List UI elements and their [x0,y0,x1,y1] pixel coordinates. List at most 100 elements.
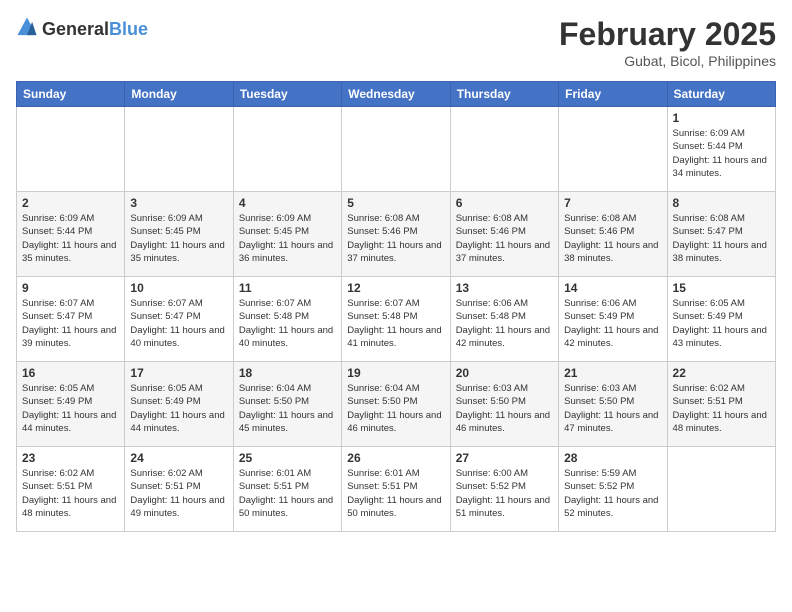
month-title: February 2025 [559,16,776,53]
day-number: 20 [456,366,553,380]
calendar-week-row: 16Sunrise: 6:05 AM Sunset: 5:49 PM Dayli… [17,362,776,447]
calendar-table: SundayMondayTuesdayWednesdayThursdayFrid… [16,81,776,532]
day-number: 3 [130,196,227,210]
calendar-cell: 3 Sunrise: 6:09 AM Sunset: 5:45 PM Daylig… [125,192,233,277]
day-number: 19 [347,366,444,380]
weekday-header: Wednesday [342,82,450,107]
day-number: 22 [673,366,770,380]
calendar-cell: 21 Sunrise: 6:03 AM Sunset: 5:50 PM Dayli… [559,362,667,447]
calendar-week-row: 23 Sunrise: 6:02 AM Sunset: 5:51 PM Dayli… [17,447,776,532]
location: Gubat, Bicol, Philippines [559,53,776,69]
day-number: 9 [22,281,119,295]
day-number: 25 [239,451,336,465]
calendar-cell: 7 Sunrise: 6:08 AM Sunset: 5:46 PM Daylig… [559,192,667,277]
calendar-cell [125,107,233,192]
day-number: 16 [22,366,119,380]
weekday-header: Thursday [450,82,558,107]
day-number: 2 [22,196,119,210]
calendar-cell: 24Sunrise: 6:02 AM Sunset: 5:51 PM Dayli… [125,447,233,532]
day-info: Sunrise: 6:03 AM Sunset: 5:50 PM Dayligh… [564,382,661,435]
day-info: Sunrise: 6:09 AM Sunset: 5:44 PM Dayligh… [673,127,770,180]
logo-text: GeneralBlue [42,19,148,40]
day-number: 18 [239,366,336,380]
calendar-cell: 1 Sunrise: 6:09 AM Sunset: 5:44 PM Daylig… [667,107,775,192]
day-number: 28 [564,451,661,465]
logo-icon [16,16,38,43]
day-info: Sunrise: 6:03 AM Sunset: 5:50 PM Dayligh… [456,382,553,435]
day-info: Sunrise: 6:00 AM Sunset: 5:52 PM Dayligh… [456,467,553,520]
weekday-header: Saturday [667,82,775,107]
calendar-cell: 11 Sunrise: 6:07 AM Sunset: 5:48 PM Dayli… [233,277,341,362]
logo: GeneralBlue [16,16,148,43]
day-number: 15 [673,281,770,295]
calendar-week-row: 9 Sunrise: 6:07 AM Sunset: 5:47 PM Daylig… [17,277,776,362]
day-number: 6 [456,196,553,210]
calendar-header-row: SundayMondayTuesdayWednesdayThursdayFrid… [17,82,776,107]
calendar-cell: 18 Sunrise: 6:04 AM Sunset: 5:50 PM Dayli… [233,362,341,447]
day-info: Sunrise: 6:01 AM Sunset: 5:51 PM Dayligh… [239,467,336,520]
day-number: 23 [22,451,119,465]
calendar-cell: 27 Sunrise: 6:00 AM Sunset: 5:52 PM Dayli… [450,447,558,532]
day-info: Sunrise: 6:02 AM Sunset: 5:51 PM Dayligh… [673,382,770,435]
calendar-cell: 22 Sunrise: 6:02 AM Sunset: 5:51 PM Dayli… [667,362,775,447]
day-info: Sunrise: 6:06 AM Sunset: 5:48 PM Dayligh… [456,297,553,350]
calendar-cell: 5 Sunrise: 6:08 AM Sunset: 5:46 PM Daylig… [342,192,450,277]
calendar-cell: 9 Sunrise: 6:07 AM Sunset: 5:47 PM Daylig… [17,277,125,362]
calendar-cell: 6 Sunrise: 6:08 AM Sunset: 5:46 PM Daylig… [450,192,558,277]
calendar-cell: 13Sunrise: 6:06 AM Sunset: 5:48 PM Dayli… [450,277,558,362]
day-info: Sunrise: 6:07 AM Sunset: 5:48 PM Dayligh… [347,297,444,350]
day-number: 1 [673,111,770,125]
day-info: Sunrise: 6:02 AM Sunset: 5:51 PM Dayligh… [130,467,227,520]
calendar-cell: 19Sunrise: 6:04 AM Sunset: 5:50 PM Dayli… [342,362,450,447]
title-block: February 2025 Gubat, Bicol, Philippines [559,16,776,69]
day-info: Sunrise: 6:07 AM Sunset: 5:47 PM Dayligh… [130,297,227,350]
day-number: 11 [239,281,336,295]
day-info: Sunrise: 6:09 AM Sunset: 5:45 PM Dayligh… [130,212,227,265]
day-number: 7 [564,196,661,210]
day-info: Sunrise: 5:59 AM Sunset: 5:52 PM Dayligh… [564,467,661,520]
day-info: Sunrise: 6:08 AM Sunset: 5:47 PM Dayligh… [673,212,770,265]
day-number: 12 [347,281,444,295]
day-number: 21 [564,366,661,380]
calendar-cell [667,447,775,532]
day-info: Sunrise: 6:07 AM Sunset: 5:47 PM Dayligh… [22,297,119,350]
calendar-cell [342,107,450,192]
calendar-cell: 2 Sunrise: 6:09 AM Sunset: 5:44 PM Daylig… [17,192,125,277]
day-info: Sunrise: 6:08 AM Sunset: 5:46 PM Dayligh… [347,212,444,265]
calendar-cell: 25 Sunrise: 6:01 AM Sunset: 5:51 PM Dayli… [233,447,341,532]
day-info: Sunrise: 6:06 AM Sunset: 5:49 PM Dayligh… [564,297,661,350]
day-info: Sunrise: 6:08 AM Sunset: 5:46 PM Dayligh… [564,212,661,265]
day-number: 10 [130,281,227,295]
day-info: Sunrise: 6:01 AM Sunset: 5:51 PM Dayligh… [347,467,444,520]
day-number: 14 [564,281,661,295]
calendar-cell: 12 Sunrise: 6:07 AM Sunset: 5:48 PM Dayli… [342,277,450,362]
day-number: 17 [130,366,227,380]
day-info: Sunrise: 6:05 AM Sunset: 5:49 PM Dayligh… [673,297,770,350]
calendar-week-row: 2 Sunrise: 6:09 AM Sunset: 5:44 PM Daylig… [17,192,776,277]
day-info: Sunrise: 6:04 AM Sunset: 5:50 PM Dayligh… [239,382,336,435]
calendar-cell: 26 Sunrise: 6:01 AM Sunset: 5:51 PM Dayli… [342,447,450,532]
calendar-cell [233,107,341,192]
calendar-cell [17,107,125,192]
weekday-header: Sunday [17,82,125,107]
calendar-cell: 28 Sunrise: 5:59 AM Sunset: 5:52 PM Dayli… [559,447,667,532]
calendar-cell: 23Sunrise: 6:02 AM Sunset: 5:51 PM Dayli… [17,447,125,532]
weekday-header: Tuesday [233,82,341,107]
day-number: 27 [456,451,553,465]
day-info: Sunrise: 6:09 AM Sunset: 5:44 PM Dayligh… [22,212,119,265]
page-header: GeneralBlue February 2025 Gubat, Bicol, … [16,16,776,69]
day-number: 5 [347,196,444,210]
calendar-cell: 8Sunrise: 6:08 AM Sunset: 5:47 PM Daylig… [667,192,775,277]
day-number: 4 [239,196,336,210]
day-info: Sunrise: 6:08 AM Sunset: 5:46 PM Dayligh… [456,212,553,265]
calendar-cell: 4 Sunrise: 6:09 AM Sunset: 5:45 PM Daylig… [233,192,341,277]
calendar-cell [450,107,558,192]
calendar-week-row: 1 Sunrise: 6:09 AM Sunset: 5:44 PM Daylig… [17,107,776,192]
weekday-header: Monday [125,82,233,107]
calendar-cell: 17Sunrise: 6:05 AM Sunset: 5:49 PM Dayli… [125,362,233,447]
day-info: Sunrise: 6:07 AM Sunset: 5:48 PM Dayligh… [239,297,336,350]
day-info: Sunrise: 6:09 AM Sunset: 5:45 PM Dayligh… [239,212,336,265]
day-number: 26 [347,451,444,465]
calendar-cell [559,107,667,192]
calendar-cell: 14 Sunrise: 6:06 AM Sunset: 5:49 PM Dayli… [559,277,667,362]
